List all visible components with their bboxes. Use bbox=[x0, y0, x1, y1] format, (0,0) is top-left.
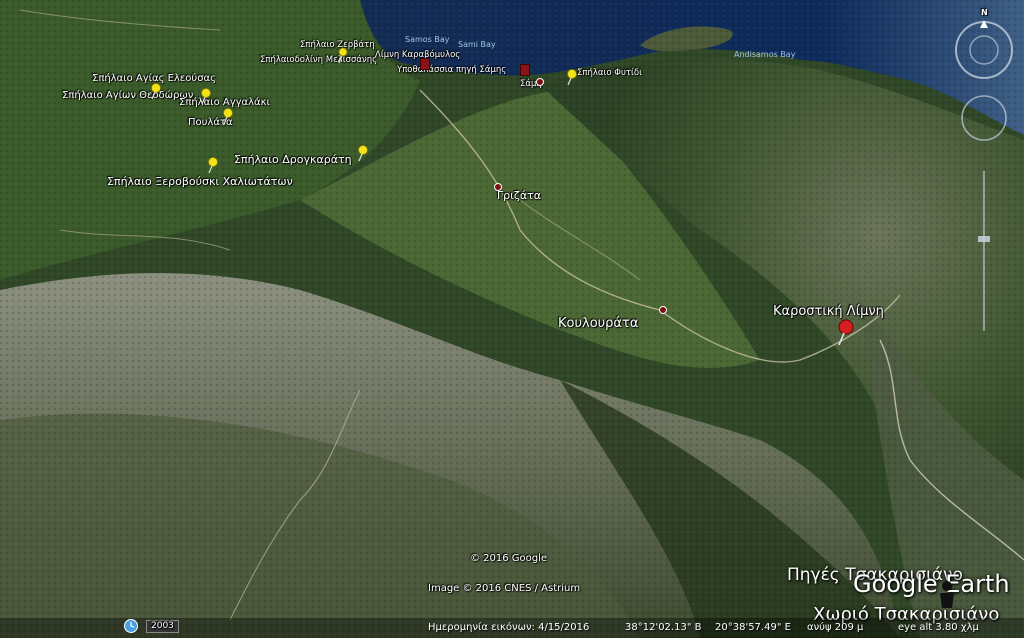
place-label-drogarati[interactable]: Σπήλαιο Δρογκαράτη bbox=[234, 154, 352, 165]
historical-year-badge[interactable]: 2003 bbox=[146, 620, 179, 633]
andisamos-bay-label: Andisamos Bay bbox=[734, 50, 796, 59]
street-view-pegman-icon[interactable] bbox=[936, 580, 958, 610]
satellite-map[interactable]: Samos Bay Sami Bay Andisamos Bay Σπήλαιο… bbox=[0, 0, 1024, 638]
place-label-karostiki[interactable]: Καροστική Λίμνη bbox=[773, 305, 884, 318]
move-ring-icon[interactable] bbox=[961, 95, 1007, 141]
elevation-text: ανύψ 209 μ bbox=[807, 622, 864, 633]
place-label-karavomylos[interactable]: Λίμνη Καραβόμυλος bbox=[375, 51, 460, 60]
place-label-koulourata[interactable]: Κουλουράτα bbox=[558, 317, 638, 330]
place-label-melissani[interactable]: Σπήλαιοδολίνη Μελισσάνης bbox=[260, 56, 377, 65]
red-square-pin-icon[interactable] bbox=[520, 64, 530, 76]
navigation-controls[interactable] bbox=[946, 6, 1016, 346]
samos-bay-label: Samos Bay bbox=[405, 35, 450, 44]
yellow-pushpin-icon[interactable] bbox=[150, 82, 164, 100]
yellow-pushpin-icon[interactable] bbox=[222, 107, 236, 125]
look-ring-icon[interactable] bbox=[955, 21, 1013, 79]
red-square-pin-icon[interactable] bbox=[420, 58, 430, 70]
yellow-pushpin-icon[interactable] bbox=[207, 156, 221, 174]
village-dot-icon[interactable] bbox=[659, 306, 667, 314]
image-date-text: Ημερομηνία εικόνων: 4/15/2016 bbox=[428, 622, 590, 633]
image-credit-text: Image © 2016 CNES / Astrium bbox=[428, 583, 581, 594]
place-label-grizata[interactable]: Γριζάτα bbox=[497, 190, 541, 201]
sami-bay-label: Sami Bay bbox=[458, 40, 496, 49]
yellow-pushpin-icon[interactable] bbox=[337, 46, 351, 64]
village-dot-icon[interactable] bbox=[536, 78, 544, 86]
google-earth-logo: Google Earth bbox=[853, 570, 1010, 598]
yellow-pushpin-icon[interactable] bbox=[357, 144, 371, 162]
place-label-agion-theodoron[interactable]: Σπήλαιο Αγίων Θεοδώρων bbox=[62, 91, 193, 101]
red-pushpin-icon[interactable] bbox=[834, 318, 856, 346]
yellow-pushpin-icon[interactable] bbox=[566, 68, 580, 86]
place-label-fytidi[interactable]: Σπήλαιο Φυτίδι bbox=[577, 69, 642, 78]
longitude-text: 20°38'57.49" Ε bbox=[715, 622, 791, 633]
yellow-pushpin-icon[interactable] bbox=[200, 87, 214, 105]
place-label-xerovouski[interactable]: Σπήλαιο Ξεροβούσκι Χαλιωτάτων bbox=[107, 176, 293, 187]
place-label-ypothalassia[interactable]: Υποθαλάσσια πηγή Σάμης bbox=[397, 66, 506, 75]
village-dot-icon[interactable] bbox=[494, 183, 502, 191]
north-indicator[interactable]: N bbox=[981, 9, 988, 17]
eye-altitude-text: eye alt 3.80 χλμ bbox=[898, 622, 979, 633]
historical-imagery-clock-icon[interactable] bbox=[123, 618, 139, 634]
latitude-text: 38°12'02.13" Β bbox=[625, 622, 702, 633]
copyright-text: © 2016 Google bbox=[470, 553, 548, 564]
